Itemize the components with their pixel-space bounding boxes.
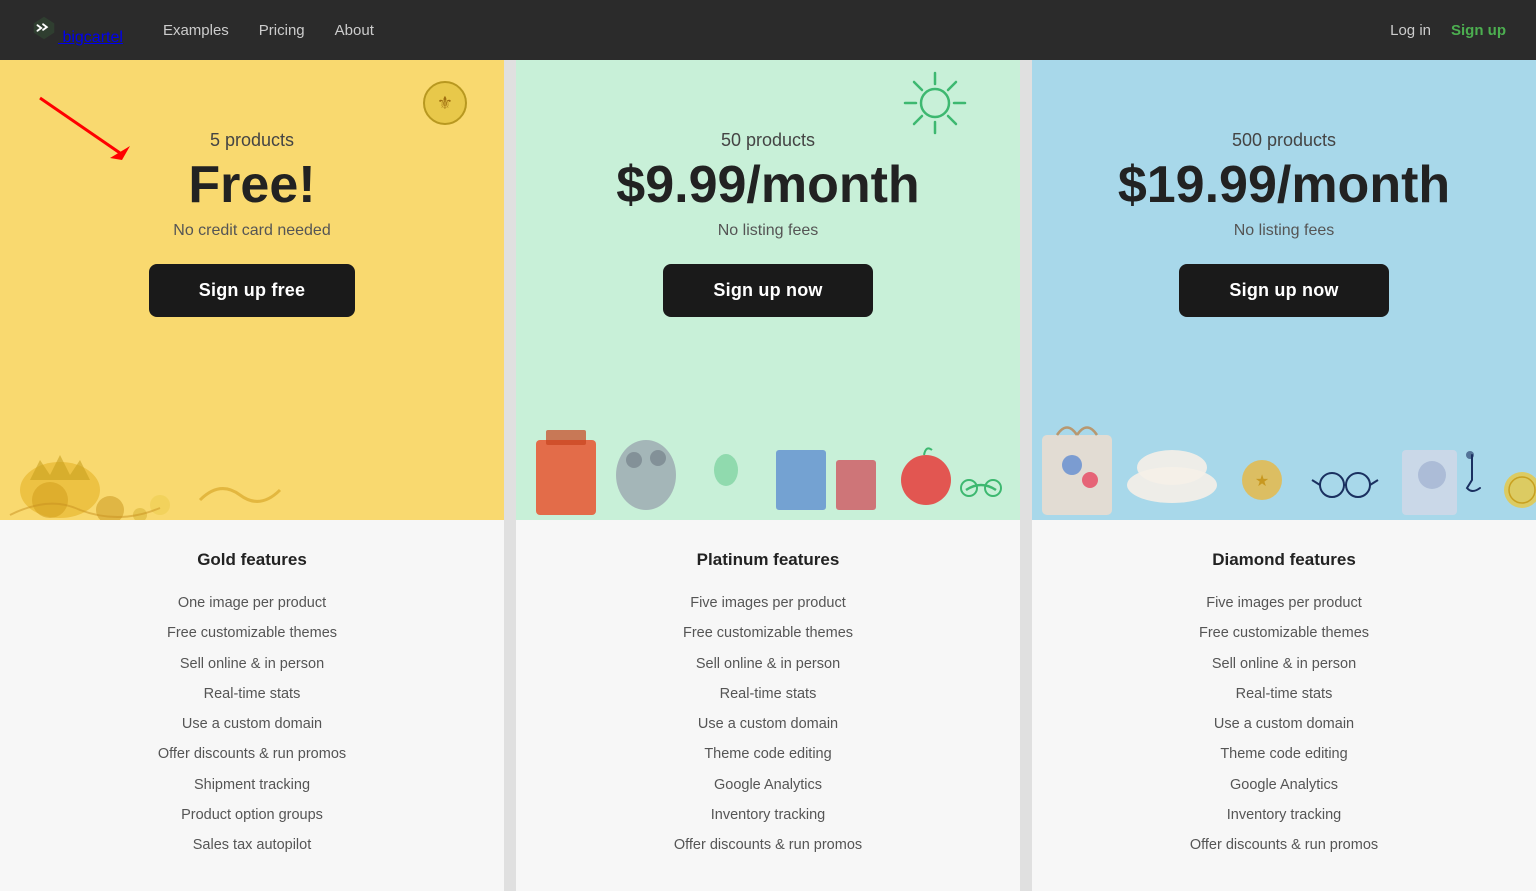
gold-cta-button[interactable]: Sign up free bbox=[149, 264, 355, 317]
list-item: One image per product bbox=[20, 588, 484, 618]
list-item: Real-time stats bbox=[536, 679, 1000, 709]
list-item: Google Analytics bbox=[1052, 770, 1516, 800]
sun-decoration bbox=[900, 68, 970, 143]
platinum-sublabel: No listing fees bbox=[718, 222, 819, 240]
nav-signup-link[interactable]: Sign up bbox=[1451, 22, 1506, 39]
gold-sublabel: No credit card needed bbox=[173, 222, 330, 240]
list-item: Free customizable themes bbox=[536, 618, 1000, 648]
diamond-features-title: Diamond features bbox=[1052, 550, 1516, 570]
list-item: Theme code editing bbox=[1052, 739, 1516, 769]
list-item: Google Analytics bbox=[536, 770, 1000, 800]
platinum-cta-button[interactable]: Sign up now bbox=[663, 264, 872, 317]
list-item: Theme code editing bbox=[536, 739, 1000, 769]
nav-login-link[interactable]: Log in bbox=[1390, 22, 1431, 39]
nav-link-pricing[interactable]: Pricing bbox=[259, 22, 305, 39]
list-item: Real-time stats bbox=[20, 679, 484, 709]
diamond-product-count: 500 products bbox=[1232, 130, 1336, 151]
list-item: Free customizable themes bbox=[20, 618, 484, 648]
pricing-grid: ⚜ 5 products Free! No credit card needed… bbox=[0, 60, 1536, 891]
list-item: Offer discounts & run promos bbox=[1052, 830, 1516, 860]
main-nav: bigcartel Examples Pricing About Log in … bbox=[0, 0, 1536, 60]
list-item: Offer discounts & run promos bbox=[20, 739, 484, 769]
plan-gold-hero: ⚜ 5 products Free! No credit card needed… bbox=[0, 60, 504, 520]
diamond-features-list: Five images per product Free customizabl… bbox=[1052, 588, 1516, 861]
list-item: Offer discounts & run promos bbox=[536, 830, 1000, 860]
list-item: Free customizable themes bbox=[1052, 618, 1516, 648]
diamond-cta-button[interactable]: Sign up now bbox=[1179, 264, 1388, 317]
gold-illustration bbox=[0, 380, 504, 520]
list-item: Product option groups bbox=[20, 800, 484, 830]
gold-features-list: One image per product Free customizable … bbox=[20, 588, 484, 861]
nav-link-about[interactable]: About bbox=[335, 22, 374, 39]
nav-brand-name: bigcartel bbox=[62, 29, 122, 46]
plan-gold: ⚜ 5 products Free! No credit card needed… bbox=[0, 60, 504, 891]
plan-diamond-hero: 500 products $19.99/month No listing fee… bbox=[1032, 60, 1536, 520]
list-item: Sell online & in person bbox=[536, 649, 1000, 679]
platinum-product-count: 50 products bbox=[721, 130, 815, 151]
gold-price: Free! bbox=[188, 157, 315, 214]
gold-product-count: 5 products bbox=[210, 130, 294, 151]
nav-right: Log in Sign up bbox=[1390, 22, 1506, 39]
diamond-illustration: ★ bbox=[1032, 380, 1536, 520]
nav-links: Examples Pricing About bbox=[163, 22, 374, 39]
diamond-price: $19.99/month bbox=[1118, 157, 1450, 214]
diamond-features: Diamond features Five images per product… bbox=[1032, 520, 1536, 891]
list-item: Shipment tracking bbox=[20, 770, 484, 800]
bigcartel-logo-icon bbox=[30, 14, 58, 42]
platinum-features-title: Platinum features bbox=[536, 550, 1000, 570]
nav-logo[interactable]: bigcartel bbox=[30, 14, 123, 47]
svg-text:★: ★ bbox=[1255, 473, 1269, 490]
coin-decoration: ⚜ bbox=[422, 80, 468, 131]
platinum-price: $9.99/month bbox=[616, 157, 919, 214]
gold-features-title: Gold features bbox=[20, 550, 484, 570]
svg-text:⚜: ⚜ bbox=[437, 93, 453, 113]
list-item: Real-time stats bbox=[1052, 679, 1516, 709]
plan-diamond: 500 products $19.99/month No listing fee… bbox=[1032, 60, 1536, 891]
nav-link-examples[interactable]: Examples bbox=[163, 22, 229, 39]
platinum-features-list: Five images per product Free customizabl… bbox=[536, 588, 1000, 861]
plan-platinum: 50 products $9.99/month No listing fees … bbox=[516, 60, 1020, 891]
gold-features: Gold features One image per product Free… bbox=[0, 520, 504, 891]
list-item: Use a custom domain bbox=[1052, 709, 1516, 739]
list-item: Inventory tracking bbox=[1052, 800, 1516, 830]
list-item: Use a custom domain bbox=[20, 709, 484, 739]
list-item: Inventory tracking bbox=[536, 800, 1000, 830]
diamond-sublabel: No listing fees bbox=[1234, 222, 1335, 240]
list-item: Use a custom domain bbox=[536, 709, 1000, 739]
list-item: Five images per product bbox=[1052, 588, 1516, 618]
red-arrow-decoration bbox=[30, 88, 150, 173]
list-item: Five images per product bbox=[536, 588, 1000, 618]
list-item: Sell online & in person bbox=[1052, 649, 1516, 679]
platinum-illustration bbox=[516, 380, 1020, 520]
list-item: Sell online & in person bbox=[20, 649, 484, 679]
platinum-features: Platinum features Five images per produc… bbox=[516, 520, 1020, 891]
list-item: Sales tax autopilot bbox=[20, 830, 484, 860]
plan-platinum-hero: 50 products $9.99/month No listing fees … bbox=[516, 60, 1020, 520]
